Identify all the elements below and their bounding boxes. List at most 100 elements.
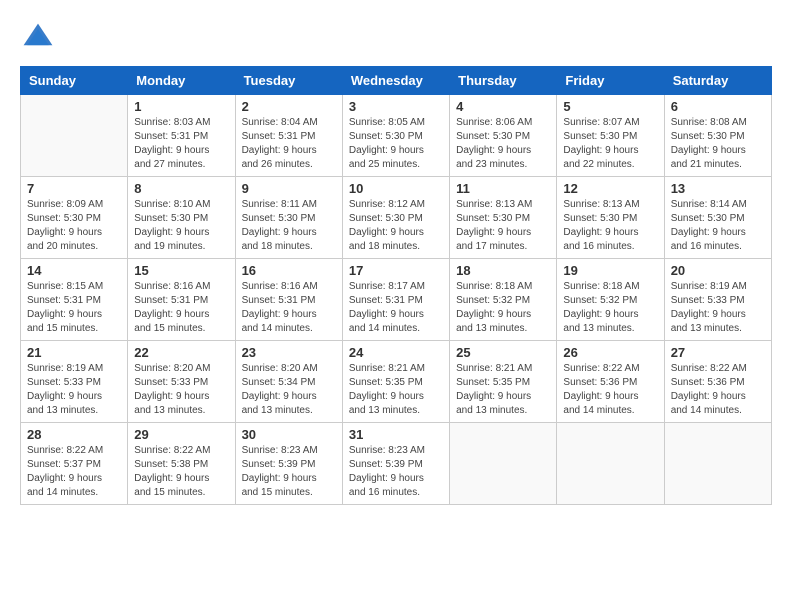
page-header xyxy=(20,20,772,56)
day-info: Sunrise: 8:11 AM Sunset: 5:30 PM Dayligh… xyxy=(242,198,336,254)
weekday-cell: Monday xyxy=(128,67,235,95)
calendar-day-cell: 7 Sunrise: 8:09 AM Sunset: 5:30 PM Daylig… xyxy=(21,177,128,259)
day-number: 8 xyxy=(134,181,228,196)
calendar-day-cell: 10 Sunrise: 8:12 AM Sunset: 5:30 PM Dayli… xyxy=(342,177,449,259)
day-number: 21 xyxy=(27,345,121,360)
day-info: Sunrise: 8:21 AM Sunset: 5:35 PM Dayligh… xyxy=(349,362,443,418)
day-number: 28 xyxy=(27,427,121,442)
calendar-day-cell: 29 Sunrise: 8:22 AM Sunset: 5:38 PM Dayli… xyxy=(128,423,235,505)
day-info: Sunrise: 8:03 AM Sunset: 5:31 PM Dayligh… xyxy=(134,116,228,172)
day-info: Sunrise: 8:23 AM Sunset: 5:39 PM Dayligh… xyxy=(349,444,443,500)
calendar-day-cell: 6 Sunrise: 8:08 AM Sunset: 5:30 PM Daylig… xyxy=(664,95,771,177)
day-number: 14 xyxy=(27,263,121,278)
calendar-day-cell: 4 Sunrise: 8:06 AM Sunset: 5:30 PM Daylig… xyxy=(450,95,557,177)
calendar-day-cell: 1 Sunrise: 8:03 AM Sunset: 5:31 PM Daylig… xyxy=(128,95,235,177)
calendar-day-cell: 21 Sunrise: 8:19 AM Sunset: 5:33 PM Dayli… xyxy=(21,341,128,423)
weekday-cell: Saturday xyxy=(664,67,771,95)
day-number: 18 xyxy=(456,263,550,278)
calendar-day-cell: 15Sunrise: 8:16 AM Sunset: 5:31 PM Dayli… xyxy=(128,259,235,341)
day-info: Sunrise: 8:04 AM Sunset: 5:31 PM Dayligh… xyxy=(242,116,336,172)
day-info: Sunrise: 8:17 AM Sunset: 5:31 PM Dayligh… xyxy=(349,280,443,336)
logo xyxy=(20,20,60,56)
calendar-week-row: 1 Sunrise: 8:03 AM Sunset: 5:31 PM Daylig… xyxy=(21,95,772,177)
weekday-cell: Friday xyxy=(557,67,664,95)
calendar-day-cell: 30 Sunrise: 8:23 AM Sunset: 5:39 PM Dayli… xyxy=(235,423,342,505)
day-info: Sunrise: 8:22 AM Sunset: 5:36 PM Dayligh… xyxy=(563,362,657,418)
day-number: 1 xyxy=(134,99,228,114)
logo-icon xyxy=(20,20,56,56)
day-number: 9 xyxy=(242,181,336,196)
calendar-day-cell: 2Sunrise: 8:04 AM Sunset: 5:31 PM Daylig… xyxy=(235,95,342,177)
calendar-day-cell xyxy=(21,95,128,177)
calendar-day-cell: 16 Sunrise: 8:16 AM Sunset: 5:31 PM Dayli… xyxy=(235,259,342,341)
day-number: 13 xyxy=(671,181,765,196)
calendar-day-cell: 19 Sunrise: 8:18 AM Sunset: 5:32 PM Dayli… xyxy=(557,259,664,341)
day-info: Sunrise: 8:20 AM Sunset: 5:33 PM Dayligh… xyxy=(134,362,228,418)
calendar-day-cell xyxy=(450,423,557,505)
day-info: Sunrise: 8:21 AM Sunset: 5:35 PM Dayligh… xyxy=(456,362,550,418)
day-info: Sunrise: 8:16 AM Sunset: 5:31 PM Dayligh… xyxy=(242,280,336,336)
day-number: 10 xyxy=(349,181,443,196)
day-number: 20 xyxy=(671,263,765,278)
calendar-day-cell: 5Sunrise: 8:07 AM Sunset: 5:30 PM Daylig… xyxy=(557,95,664,177)
day-info: Sunrise: 8:18 AM Sunset: 5:32 PM Dayligh… xyxy=(456,280,550,336)
day-info: Sunrise: 8:13 AM Sunset: 5:30 PM Dayligh… xyxy=(563,198,657,254)
calendar-body: 1 Sunrise: 8:03 AM Sunset: 5:31 PM Daylig… xyxy=(21,95,772,505)
day-info: Sunrise: 8:05 AM Sunset: 5:30 PM Dayligh… xyxy=(349,116,443,172)
weekday-cell: Thursday xyxy=(450,67,557,95)
day-info: Sunrise: 8:19 AM Sunset: 5:33 PM Dayligh… xyxy=(27,362,121,418)
day-number: 30 xyxy=(242,427,336,442)
day-info: Sunrise: 8:10 AM Sunset: 5:30 PM Dayligh… xyxy=(134,198,228,254)
day-info: Sunrise: 8:06 AM Sunset: 5:30 PM Dayligh… xyxy=(456,116,550,172)
day-info: Sunrise: 8:15 AM Sunset: 5:31 PM Dayligh… xyxy=(27,280,121,336)
day-number: 25 xyxy=(456,345,550,360)
calendar-week-row: 7 Sunrise: 8:09 AM Sunset: 5:30 PM Daylig… xyxy=(21,177,772,259)
day-info: Sunrise: 8:22 AM Sunset: 5:38 PM Dayligh… xyxy=(134,444,228,500)
day-number: 16 xyxy=(242,263,336,278)
day-number: 4 xyxy=(456,99,550,114)
day-number: 15 xyxy=(134,263,228,278)
day-info: Sunrise: 8:07 AM Sunset: 5:30 PM Dayligh… xyxy=(563,116,657,172)
day-info: Sunrise: 8:22 AM Sunset: 5:36 PM Dayligh… xyxy=(671,362,765,418)
calendar-day-cell: 22 Sunrise: 8:20 AM Sunset: 5:33 PM Dayli… xyxy=(128,341,235,423)
calendar-day-cell: 18 Sunrise: 8:18 AM Sunset: 5:32 PM Dayli… xyxy=(450,259,557,341)
day-info: Sunrise: 8:14 AM Sunset: 5:30 PM Dayligh… xyxy=(671,198,765,254)
calendar-day-cell: 11 Sunrise: 8:13 AM Sunset: 5:30 PM Dayli… xyxy=(450,177,557,259)
calendar-week-row: 28Sunrise: 8:22 AM Sunset: 5:37 PM Dayli… xyxy=(21,423,772,505)
calendar-day-cell: 3 Sunrise: 8:05 AM Sunset: 5:30 PM Daylig… xyxy=(342,95,449,177)
day-number: 24 xyxy=(349,345,443,360)
day-number: 6 xyxy=(671,99,765,114)
day-info: Sunrise: 8:09 AM Sunset: 5:30 PM Dayligh… xyxy=(27,198,121,254)
day-number: 3 xyxy=(349,99,443,114)
day-number: 22 xyxy=(134,345,228,360)
calendar-week-row: 14 Sunrise: 8:15 AM Sunset: 5:31 PM Dayli… xyxy=(21,259,772,341)
calendar-day-cell: 17Sunrise: 8:17 AM Sunset: 5:31 PM Dayli… xyxy=(342,259,449,341)
day-number: 26 xyxy=(563,345,657,360)
calendar-day-cell xyxy=(557,423,664,505)
calendar-day-cell xyxy=(664,423,771,505)
calendar-day-cell: 25 Sunrise: 8:21 AM Sunset: 5:35 PM Dayli… xyxy=(450,341,557,423)
calendar-day-cell: 20 Sunrise: 8:19 AM Sunset: 5:33 PM Dayli… xyxy=(664,259,771,341)
day-number: 11 xyxy=(456,181,550,196)
day-info: Sunrise: 8:19 AM Sunset: 5:33 PM Dayligh… xyxy=(671,280,765,336)
calendar-day-cell: 13 Sunrise: 8:14 AM Sunset: 5:30 PM Dayli… xyxy=(664,177,771,259)
day-number: 29 xyxy=(134,427,228,442)
day-number: 19 xyxy=(563,263,657,278)
day-info: Sunrise: 8:12 AM Sunset: 5:30 PM Dayligh… xyxy=(349,198,443,254)
calendar-week-row: 21 Sunrise: 8:19 AM Sunset: 5:33 PM Dayli… xyxy=(21,341,772,423)
weekday-cell: Sunday xyxy=(21,67,128,95)
day-info: Sunrise: 8:13 AM Sunset: 5:30 PM Dayligh… xyxy=(456,198,550,254)
calendar-day-cell: 24 Sunrise: 8:21 AM Sunset: 5:35 PM Dayli… xyxy=(342,341,449,423)
weekday-cell: Wednesday xyxy=(342,67,449,95)
weekday-header-row: SundayMondayTuesdayWednesdayThursdayFrid… xyxy=(21,67,772,95)
day-info: Sunrise: 8:23 AM Sunset: 5:39 PM Dayligh… xyxy=(242,444,336,500)
calendar-day-cell: 26 Sunrise: 8:22 AM Sunset: 5:36 PM Dayli… xyxy=(557,341,664,423)
day-number: 23 xyxy=(242,345,336,360)
day-number: 7 xyxy=(27,181,121,196)
weekday-cell: Tuesday xyxy=(235,67,342,95)
day-info: Sunrise: 8:08 AM Sunset: 5:30 PM Dayligh… xyxy=(671,116,765,172)
calendar-day-cell: 23Sunrise: 8:20 AM Sunset: 5:34 PM Dayli… xyxy=(235,341,342,423)
calendar-day-cell: 14 Sunrise: 8:15 AM Sunset: 5:31 PM Dayli… xyxy=(21,259,128,341)
day-info: Sunrise: 8:18 AM Sunset: 5:32 PM Dayligh… xyxy=(563,280,657,336)
calendar-day-cell: 12Sunrise: 8:13 AM Sunset: 5:30 PM Dayli… xyxy=(557,177,664,259)
